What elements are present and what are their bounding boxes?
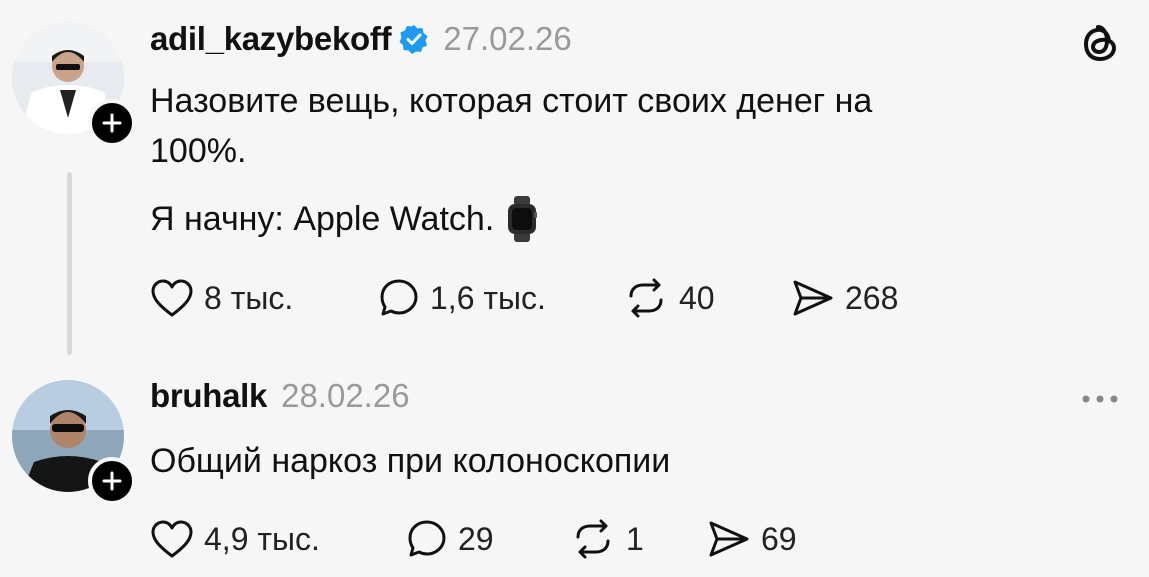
repost-count: 40 [679, 279, 715, 316]
repost-icon [576, 519, 610, 559]
heart-icon [151, 279, 193, 317]
send-icon [709, 521, 749, 557]
repost-button[interactable]: 40 [623, 278, 791, 318]
heart-icon [151, 520, 193, 558]
post-actions: 4,9 тыс. 29 1 69 [150, 518, 797, 560]
post-text: Назовите вещь, которая стоит своих денег… [150, 76, 1050, 244]
thread-line [67, 172, 72, 355]
like-button[interactable]: 4,9 тыс. [150, 519, 406, 559]
share-button[interactable]: 268 [791, 278, 898, 318]
reply-button[interactable]: 1,6 тыс. [378, 277, 623, 319]
repost-count: 1 [626, 520, 644, 557]
more-options-icon[interactable] [1080, 392, 1120, 410]
post-actions: 8 тыс. 1,6 тыс. 40 268 [150, 277, 898, 319]
username[interactable]: adil_kazybekoff [150, 20, 392, 58]
username[interactable]: bruhalk [150, 377, 267, 415]
reply-count: 29 [458, 520, 494, 557]
like-count: 8 тыс. [204, 279, 294, 316]
post-text-line: 100%. [150, 132, 247, 170]
post-header: adil_kazybekoff 27.02.26 [150, 20, 572, 58]
post-date: 28.02.26 [281, 377, 410, 414]
follow-button[interactable] [88, 457, 136, 505]
share-count: 69 [761, 520, 797, 557]
post-header: bruhalk 28.02.26 [150, 377, 410, 415]
send-icon [793, 280, 833, 316]
share-count: 268 [845, 279, 899, 316]
watch-icon [508, 196, 538, 242]
verified-badge-icon [399, 25, 428, 54]
like-button[interactable]: 8 тыс. [150, 278, 378, 318]
reply-button[interactable]: 29 [406, 518, 570, 560]
plus-icon [102, 113, 122, 133]
threads-logo-icon[interactable] [1080, 22, 1120, 71]
plus-icon [102, 471, 122, 491]
like-count: 4,9 тыс. [204, 520, 320, 557]
post-text-line: Назовите вещь, которая стоит своих денег… [150, 82, 873, 120]
follow-button[interactable] [88, 99, 136, 147]
repost-button[interactable]: 1 [570, 519, 707, 559]
comment-icon [408, 520, 446, 557]
post-date: 27.02.26 [443, 20, 572, 57]
post-text-line: Я начну: Apple Watch. [150, 200, 495, 238]
repost-icon [629, 278, 663, 318]
comment-icon [380, 279, 418, 316]
post-text-paragraph: Я начну: Apple Watch. [150, 194, 1050, 244]
share-button[interactable]: 69 [707, 519, 797, 559]
reply-count: 1,6 тыс. [430, 279, 546, 316]
post-text: Общий наркоз при колоноскопии [150, 442, 671, 480]
